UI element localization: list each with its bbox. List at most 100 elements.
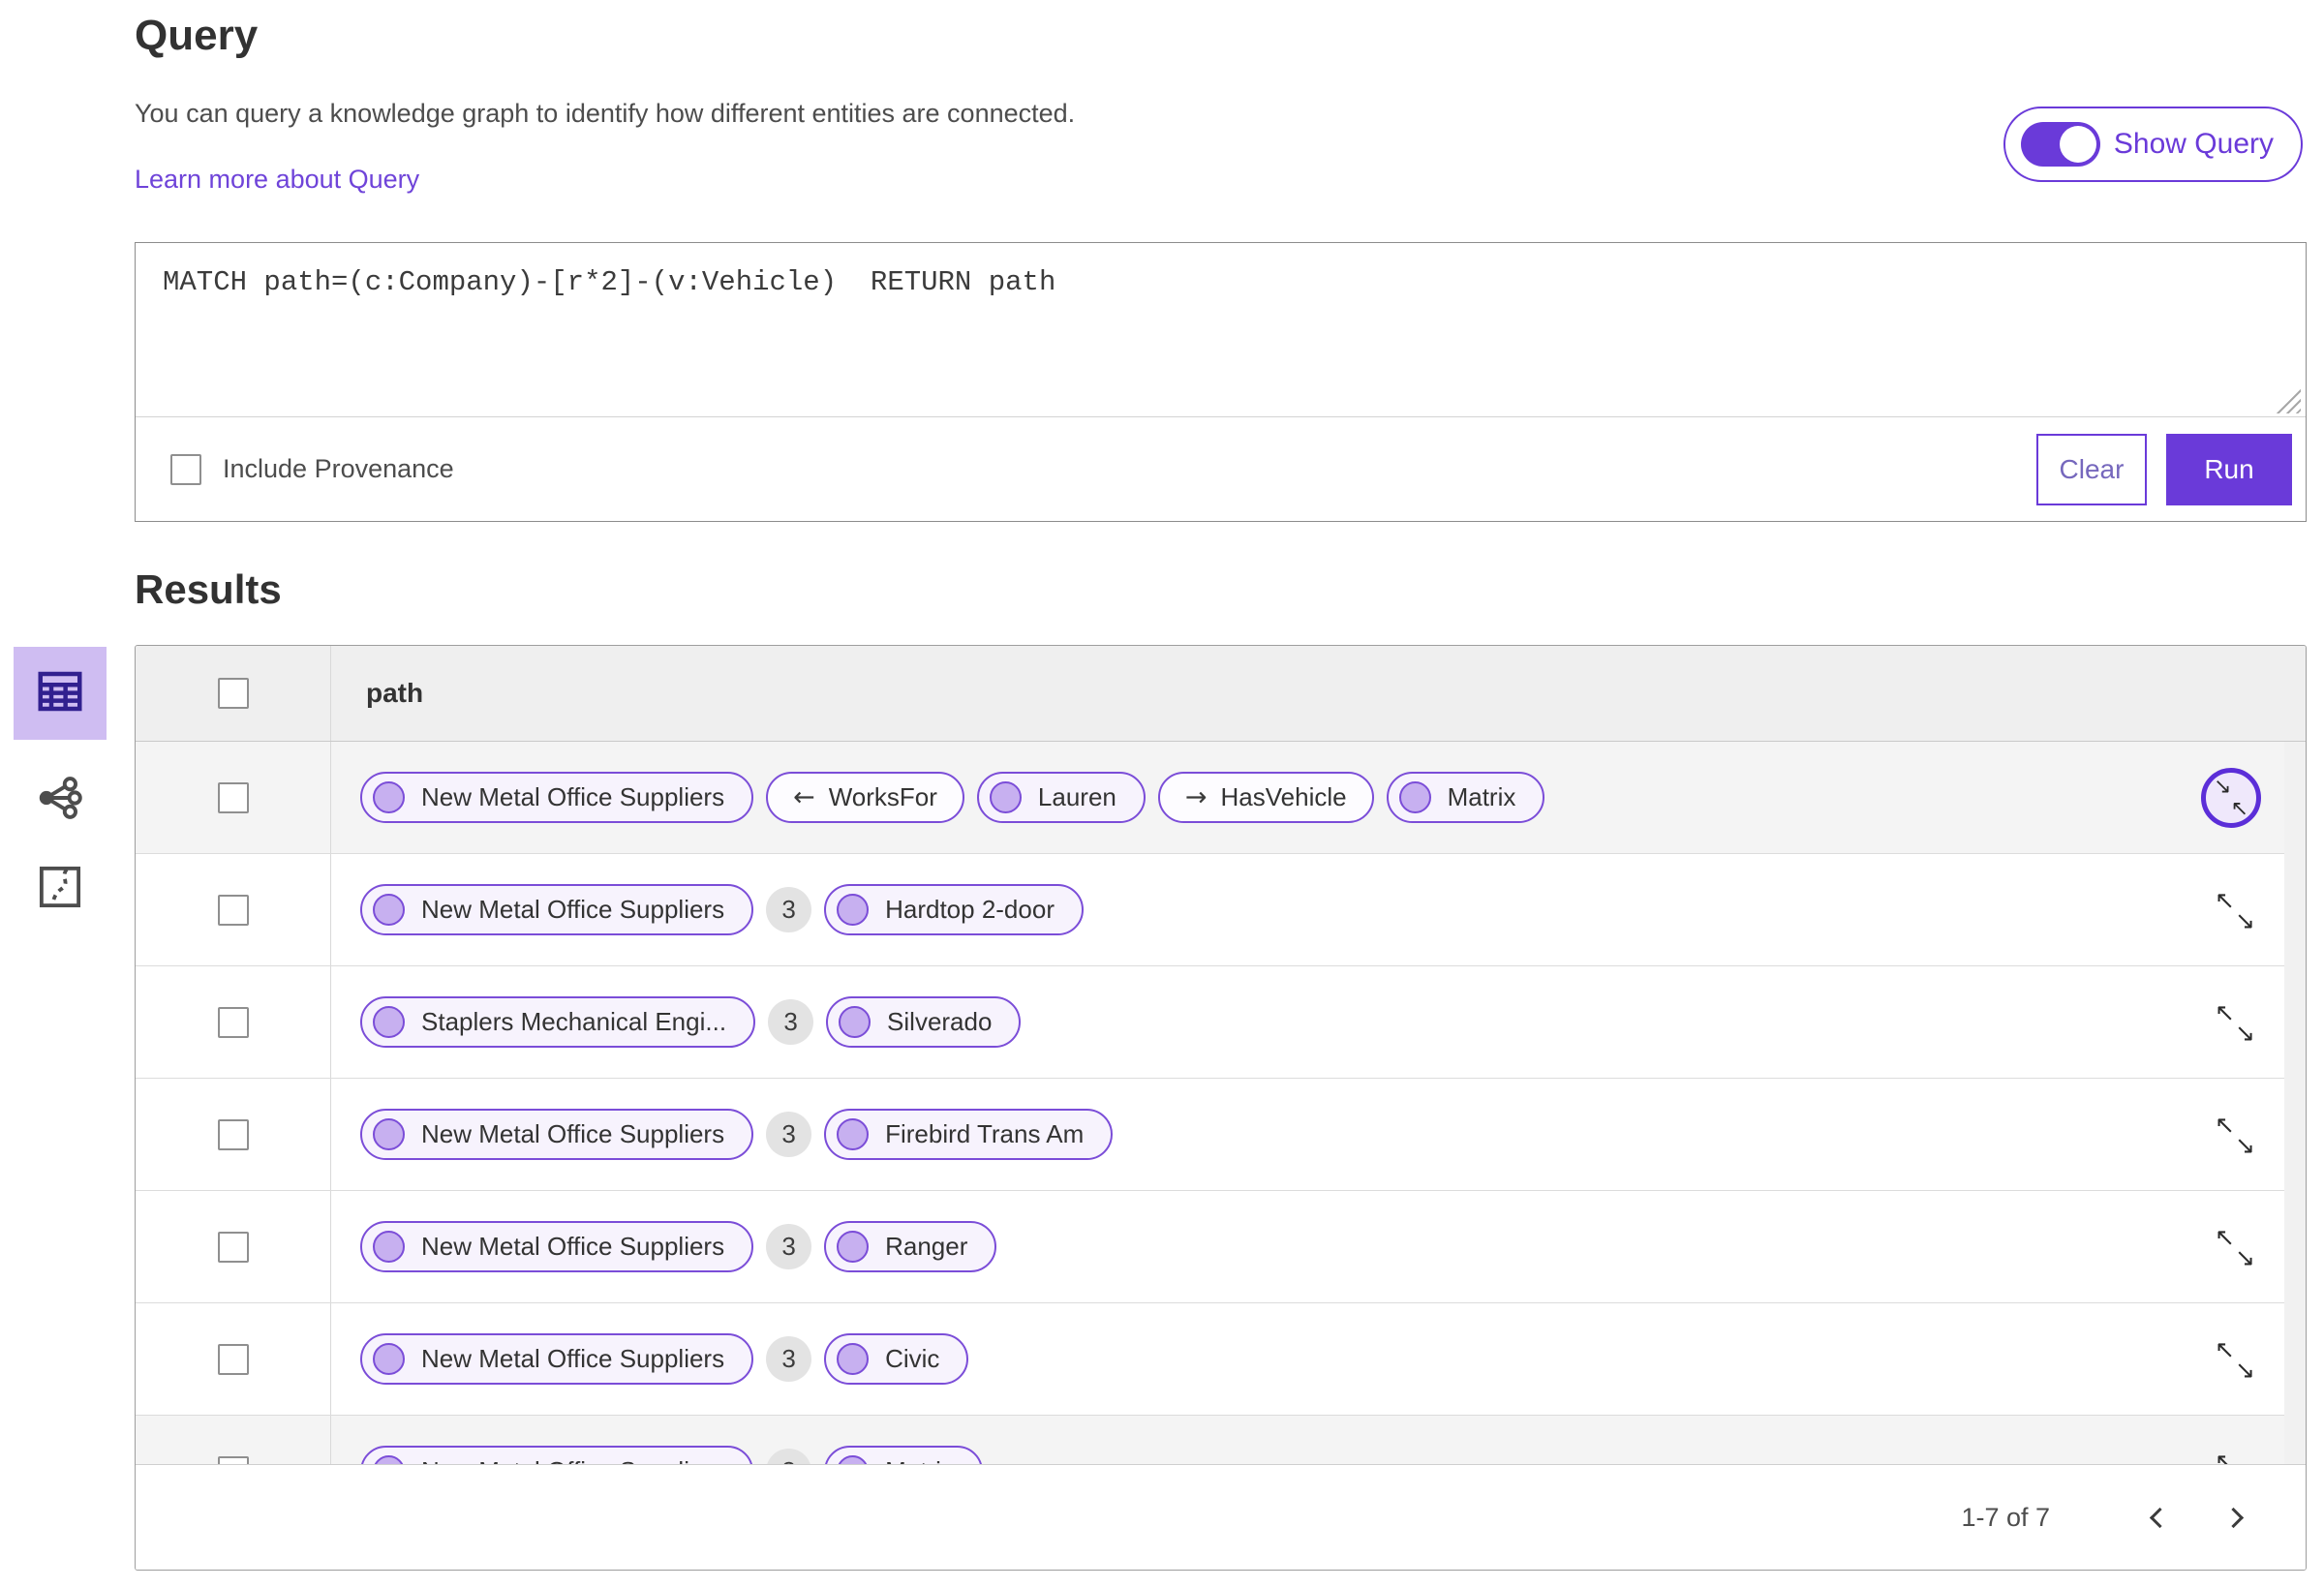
link-chart-view-icon	[35, 773, 85, 828]
row-checkbox[interactable]	[217, 1455, 249, 1464]
entity-pill[interactable]: Civic	[824, 1333, 969, 1385]
path-cell: New Metal Office Suppliers 3 Ranger	[331, 1191, 2306, 1302]
learn-more-link[interactable]: Learn more about Query	[135, 165, 419, 195]
entity-node-icon	[837, 1455, 870, 1464]
entity-node-icon	[373, 781, 405, 813]
include-provenance-label: Include Provenance	[223, 454, 454, 483]
link-chart-view-button[interactable]	[35, 773, 85, 828]
table-row: New Metal Office Suppliers 3 Ranger ↖ ↘	[136, 1191, 2306, 1303]
results-view-switcher	[14, 647, 107, 918]
entity-pill[interactable]: Lauren	[976, 772, 1146, 823]
table-row: New Metal Office Suppliers 3 Civic ↖ ↘	[136, 1303, 2306, 1416]
entity-node-icon	[373, 1118, 405, 1150]
path-cell: Staplers Mechanical Engi... 3 Silverado	[331, 966, 2306, 1078]
show-query-toggle[interactable]: Show Query	[2003, 107, 2303, 182]
path-cell: New Metal Office Suppliers 3 Hardtop 2-doo…	[331, 854, 2306, 965]
map-view-button[interactable]	[34, 861, 86, 918]
expand-row-button[interactable]: ↖↘	[2215, 1111, 2255, 1159]
toggle-switch-icon	[2020, 122, 2100, 167]
run-button[interactable]: Run	[2166, 433, 2292, 505]
collapse-row-button[interactable]: ↘ ↖	[2201, 767, 2261, 828]
expand-row-button[interactable]: ↖↘	[2215, 1223, 2255, 1271]
include-provenance-option[interactable]: Include Provenance	[170, 453, 454, 485]
include-provenance-checkbox[interactable]	[170, 453, 201, 485]
entity-node-icon	[839, 1006, 872, 1038]
expand-row-button[interactable]: ↖↘	[2215, 1335, 2255, 1384]
entity-pill[interactable]: Matrix	[824, 1446, 983, 1464]
query-actions: Clear Run	[2036, 433, 2292, 505]
relationship-pill[interactable]: → HasVehicle	[1157, 772, 1374, 823]
previous-page-button[interactable]	[2135, 1497, 2178, 1540]
collapsed-count-badge[interactable]: 3	[766, 1112, 812, 1157]
table-view-button[interactable]	[14, 647, 107, 740]
arrow-right-icon: →	[1184, 782, 1208, 812]
query-editor-card: MATCH path=(c:Company)-[r*2]-(v:Vehicle)…	[135, 242, 2307, 522]
table-view-icon	[34, 665, 86, 722]
results-table: path New Metal Office Suppliers ← WorksFor…	[135, 645, 2307, 1571]
row-checkbox[interactable]	[217, 1118, 249, 1150]
entity-pill[interactable]: Staplers Mechanical Engi...	[360, 996, 756, 1048]
entity-pill[interactable]: New Metal Office Suppliers	[360, 1446, 754, 1464]
collapsed-count-badge[interactable]: 3	[766, 1449, 812, 1464]
page-title: Query	[135, 12, 259, 59]
entity-node-icon	[837, 1343, 870, 1375]
entity-pill[interactable]: Firebird Trans Am	[824, 1109, 1114, 1160]
expand-row-button[interactable]: ↖↘	[2215, 1448, 2255, 1465]
query-input[interactable]: MATCH path=(c:Company)-[r*2]-(v:Vehicle)…	[136, 243, 2306, 417]
select-all-checkbox[interactable]	[217, 678, 249, 709]
entity-pill[interactable]: Silverado	[826, 996, 1022, 1048]
results-table-body: New Metal Office Suppliers ← WorksFor Laure…	[136, 742, 2306, 1464]
table-row: New Metal Office Suppliers 3 Hardtop 2-doo…	[136, 854, 2306, 966]
collapsed-count-badge[interactable]: 3	[766, 887, 812, 932]
arrow-left-icon: ←	[793, 782, 815, 812]
entity-pill[interactable]: New Metal Office Suppliers	[360, 1221, 754, 1272]
chevron-left-icon	[2149, 1507, 2170, 1529]
map-view-icon	[34, 861, 86, 918]
entity-pill[interactable]: New Metal Office Suppliers	[360, 1109, 754, 1160]
collapsed-count-badge[interactable]: 3	[768, 999, 814, 1045]
clear-button[interactable]: Clear	[2036, 433, 2147, 505]
entity-pill[interactable]: New Metal Office Suppliers	[360, 884, 754, 935]
entity-pill[interactable]: New Metal Office Suppliers	[360, 772, 754, 823]
path-cell: New Metal Office Suppliers 3 Matrix	[331, 1416, 2306, 1464]
pagination-bar: 1-7 of 7	[136, 1464, 2306, 1570]
entity-node-icon	[373, 1231, 405, 1263]
entity-node-icon	[373, 1006, 405, 1038]
query-description: You can query a knowledge graph to ident…	[135, 99, 1076, 128]
row-checkbox[interactable]	[217, 781, 249, 813]
expand-row-button[interactable]: ↖↘	[2215, 886, 2255, 934]
table-row: New Metal Office Suppliers 3 Firebird Tran…	[136, 1079, 2306, 1191]
entity-node-icon	[837, 1231, 870, 1263]
entity-pill[interactable]: New Metal Office Suppliers	[360, 1333, 754, 1385]
pagination-range-label: 1-7 of 7	[1961, 1503, 2050, 1532]
table-scrollbar[interactable]	[2284, 742, 2306, 1464]
entity-node-icon	[837, 1118, 870, 1150]
path-cell: New Metal Office Suppliers 3 Firebird Tran…	[331, 1079, 2306, 1190]
path-cell: New Metal Office Suppliers 3 Civic	[331, 1303, 2306, 1415]
path-column-header: path	[366, 678, 424, 708]
entity-pill[interactable]: Matrix	[1386, 772, 1545, 823]
show-query-label: Show Query	[2113, 128, 2274, 160]
collapsed-count-badge[interactable]: 3	[766, 1336, 812, 1382]
entity-node-icon	[1398, 781, 1431, 813]
entity-pill[interactable]: Hardtop 2-door	[824, 884, 1084, 935]
table-row: New Metal Office Suppliers 3 Matrix ↖↘	[136, 1416, 2306, 1464]
row-checkbox[interactable]	[217, 1343, 249, 1375]
table-row: Staplers Mechanical Engi... 3 Silverado ↖ ↘	[136, 966, 2306, 1079]
next-page-button[interactable]	[2215, 1497, 2257, 1540]
row-checkbox[interactable]	[217, 894, 249, 926]
entity-node-icon	[837, 894, 870, 926]
query-page: Query You can query a knowledge graph to…	[0, 0, 2324, 1588]
entity-pill[interactable]: Ranger	[824, 1221, 997, 1272]
query-footer: Include Provenance Clear Run	[136, 417, 2306, 521]
entity-node-icon	[373, 1455, 405, 1464]
relationship-pill[interactable]: ← WorksFor	[766, 772, 964, 823]
collapsed-count-badge[interactable]: 3	[766, 1224, 812, 1269]
entity-node-icon	[373, 1343, 405, 1375]
expand-row-button[interactable]: ↖↘	[2215, 998, 2255, 1047]
results-title: Results	[135, 566, 282, 612]
entity-node-icon	[989, 781, 1022, 813]
chevron-right-icon	[2222, 1507, 2244, 1529]
row-checkbox[interactable]	[217, 1231, 249, 1263]
row-checkbox[interactable]	[217, 1006, 249, 1038]
